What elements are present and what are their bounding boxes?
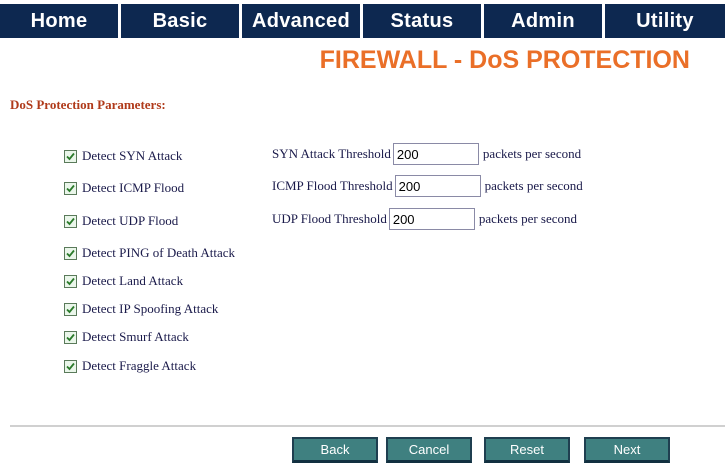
checkmark-icon bbox=[66, 305, 75, 313]
detect-smurf-attack-checkbox[interactable] bbox=[64, 330, 77, 344]
nav-basic[interactable]: Basic bbox=[121, 4, 242, 38]
detect-land-attack-row: Detect Land Attack bbox=[64, 273, 183, 289]
detect-icmp-flood-label: Detect ICMP Flood bbox=[82, 180, 185, 195]
cancel-button[interactable]: Cancel bbox=[386, 437, 472, 463]
checkmark-icon bbox=[66, 152, 75, 160]
checkmark-icon bbox=[66, 333, 75, 341]
detect-ping-of-death-checkbox[interactable] bbox=[64, 246, 77, 260]
detect-fraggle-attack-label: Detect Fraggle Attack bbox=[82, 358, 197, 373]
syn-threshold-label: SYN Attack Threshold bbox=[272, 146, 391, 161]
detect-udp-flood-row: Detect UDP Flood bbox=[64, 213, 178, 229]
detect-udp-flood-label: Detect UDP Flood bbox=[82, 213, 179, 228]
checkmark-icon bbox=[66, 184, 75, 192]
top-nav-bar: Home Basic Advanced Status Admin Utility bbox=[0, 4, 725, 38]
nav-utility[interactable]: Utility bbox=[605, 4, 725, 38]
nav-admin[interactable]: Admin bbox=[484, 4, 605, 38]
detect-syn-attack-row: Detect SYN Attack bbox=[64, 148, 182, 164]
checkmark-icon bbox=[66, 249, 75, 257]
detect-syn-attack-label: Detect SYN Attack bbox=[82, 148, 183, 163]
back-button[interactable]: Back bbox=[292, 437, 378, 463]
detect-fraggle-attack-row: Detect Fraggle Attack bbox=[64, 358, 196, 374]
detect-udp-flood-checkbox[interactable] bbox=[64, 214, 77, 228]
section-title: DoS Protection Parameters: bbox=[10, 97, 166, 112]
detect-icmp-flood-row: Detect ICMP Flood bbox=[64, 180, 184, 196]
detect-land-attack-checkbox[interactable] bbox=[64, 274, 77, 288]
icmp-threshold-label: ICMP Flood Threshold bbox=[272, 178, 393, 193]
checkmark-icon bbox=[66, 362, 75, 370]
checkmark-icon bbox=[66, 277, 75, 285]
page-title: FIREWALL - DoS PROTECTION bbox=[319, 46, 690, 74]
checkmark-icon bbox=[66, 217, 75, 225]
nav-status[interactable]: Status bbox=[363, 4, 484, 38]
nav-advanced[interactable]: Advanced bbox=[242, 4, 363, 38]
syn-threshold-input[interactable] bbox=[392, 143, 479, 165]
detect-smurf-attack-row: Detect Smurf Attack bbox=[64, 329, 189, 345]
udp-threshold-input[interactable] bbox=[388, 208, 475, 230]
footer-divider bbox=[10, 425, 725, 427]
next-button[interactable]: Next bbox=[584, 437, 670, 463]
detect-ping-of-death-row: Detect PING of Death Attack bbox=[64, 245, 235, 261]
udp-threshold-row: UDP Flood Threshold packets per second bbox=[272, 208, 577, 230]
detect-smurf-attack-label: Detect Smurf Attack bbox=[82, 329, 189, 344]
detect-ip-spoofing-row: Detect IP Spoofing Attack bbox=[64, 301, 218, 317]
detect-land-attack-label: Detect Land Attack bbox=[82, 273, 184, 288]
udp-threshold-unit: packets per second bbox=[478, 211, 578, 226]
syn-threshold-unit: packets per second bbox=[482, 146, 582, 161]
detect-ip-spoofing-checkbox[interactable] bbox=[64, 302, 77, 316]
detect-ping-of-death-label: Detect PING of Death Attack bbox=[82, 245, 236, 260]
icmp-threshold-input[interactable] bbox=[394, 175, 481, 197]
detect-ip-spoofing-label: Detect IP Spoofing Attack bbox=[82, 301, 219, 316]
udp-threshold-label: UDP Flood Threshold bbox=[272, 211, 387, 226]
nav-home[interactable]: Home bbox=[0, 4, 121, 38]
icmp-threshold-unit: packets per second bbox=[484, 178, 583, 193]
icmp-threshold-row: ICMP Flood Threshold packets per second bbox=[272, 175, 583, 197]
detect-fraggle-attack-checkbox[interactable] bbox=[64, 359, 77, 373]
detect-syn-attack-checkbox[interactable] bbox=[64, 149, 77, 163]
detect-icmp-flood-checkbox[interactable] bbox=[64, 181, 77, 195]
syn-threshold-row: SYN Attack Threshold packets per second bbox=[272, 143, 581, 165]
reset-button[interactable]: Reset bbox=[484, 437, 570, 463]
